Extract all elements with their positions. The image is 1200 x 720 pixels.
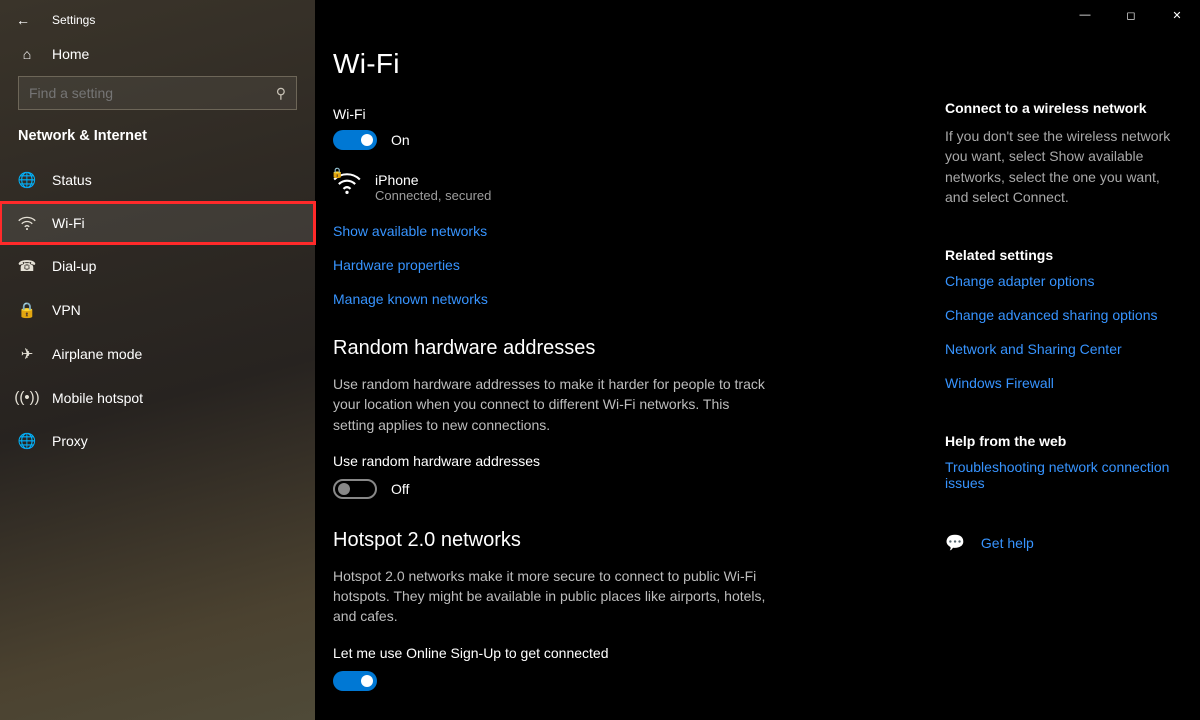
content-column: Wi-Fi Wi-Fi On 🔒 iPhone Connected, secur… xyxy=(315,0,945,720)
link-sharing-options[interactable]: Change advanced sharing options xyxy=(945,307,1178,323)
nav-label: Dial-up xyxy=(52,258,96,274)
wifi-toggle-state: On xyxy=(391,132,410,148)
main-area: ― ◻ ✕ Wi-Fi Wi-Fi On 🔒 iPhone xyxy=(315,0,1200,720)
related-links: Change adapter options Change advanced s… xyxy=(945,273,1178,391)
nav-label: Wi-Fi xyxy=(52,215,85,231)
related-heading: Related settings xyxy=(945,247,1178,263)
random-hw-toggle[interactable] xyxy=(333,479,377,499)
home-icon: ⌂ xyxy=(18,46,36,62)
link-sharing-center[interactable]: Network and Sharing Center xyxy=(945,341,1178,357)
home-nav[interactable]: ⌂ Home xyxy=(0,38,315,76)
link-manage-known[interactable]: Manage known networks xyxy=(333,291,927,307)
hotspot-desc: Hotspot 2.0 networks make it more secure… xyxy=(333,566,773,627)
nav-item-airplane[interactable]: ✈ Airplane mode xyxy=(0,332,315,376)
right-panel: Connect to a wireless network If you don… xyxy=(945,0,1200,720)
random-hw-toggle-row: Off xyxy=(333,479,927,499)
link-get-help[interactable]: Get help xyxy=(981,535,1034,551)
link-troubleshoot[interactable]: Troubleshooting network connection issue… xyxy=(945,459,1178,491)
maximize-button[interactable]: ◻ xyxy=(1108,0,1154,30)
random-hw-desc: Use random hardware addresses to make it… xyxy=(333,374,773,435)
nav-category: Network & Internet xyxy=(0,128,315,158)
minimize-button[interactable]: ― xyxy=(1062,0,1108,30)
network-status: Connected, secured xyxy=(375,188,491,203)
hotspot-toggle-label: Let me use Online Sign-Up to get connect… xyxy=(333,645,927,661)
sidebar: ← Settings ⌂ Home ⚲ Network & Internet 🌐… xyxy=(0,0,315,720)
nav-label: Mobile hotspot xyxy=(52,390,143,406)
close-button[interactable]: ✕ xyxy=(1154,0,1200,30)
search-box[interactable]: ⚲ xyxy=(18,76,297,110)
page-title: Wi-Fi xyxy=(333,0,927,106)
get-help-row[interactable]: 💬 Get help xyxy=(945,533,1178,553)
home-label: Home xyxy=(52,46,89,62)
link-adapter-options[interactable]: Change adapter options xyxy=(945,273,1178,289)
nav-item-proxy[interactable]: 🌐 Proxy xyxy=(0,419,315,463)
nav-item-wifi[interactable]: Wi-Fi xyxy=(0,202,315,244)
nav-label: VPN xyxy=(52,302,81,318)
connected-network[interactable]: 🔒 iPhone Connected, secured xyxy=(333,172,927,203)
link-hardware-properties[interactable]: Hardware properties xyxy=(333,257,927,273)
nav-item-vpn[interactable]: 🔒 VPN xyxy=(0,288,315,332)
wifi-icon xyxy=(18,216,36,230)
connect-text: If you don't see the wireless network yo… xyxy=(945,126,1178,207)
nav-list: 🌐 Status Wi-Fi ☎ Dial-up 🔒 VPN ✈ Airplan… xyxy=(0,158,315,463)
nav-item-hotspot[interactable]: ((•)) Mobile hotspot xyxy=(0,376,315,419)
hotspot-toggle[interactable] xyxy=(333,671,377,691)
window-controls: ― ◻ ✕ xyxy=(1062,0,1200,30)
nav-item-dialup[interactable]: ☎ Dial-up xyxy=(0,244,315,288)
random-hw-toggle-state: Off xyxy=(391,481,409,497)
nav-label: Airplane mode xyxy=(52,346,142,362)
titlebar-left: ← Settings xyxy=(0,0,315,38)
random-hw-toggle-label: Use random hardware addresses xyxy=(333,453,927,469)
settings-window: ← Settings ⌂ Home ⚲ Network & Internet 🌐… xyxy=(0,0,1200,720)
wifi-toggle[interactable] xyxy=(333,130,377,150)
nav-label: Status xyxy=(52,172,92,188)
hotspot-icon: ((•)) xyxy=(18,389,36,406)
dialup-icon: ☎ xyxy=(18,257,36,275)
help-heading: Help from the web xyxy=(945,433,1178,449)
link-firewall[interactable]: Windows Firewall xyxy=(945,375,1178,391)
airplane-icon: ✈ xyxy=(18,345,36,363)
hotspot-title: Hotspot 2.0 networks xyxy=(333,529,927,552)
connect-heading: Connect to a wireless network xyxy=(945,100,1178,116)
globe-icon: 🌐 xyxy=(18,171,36,189)
vpn-icon: 🔒 xyxy=(18,301,36,319)
network-name: iPhone xyxy=(375,172,491,188)
search-icon: ⚲ xyxy=(276,85,286,102)
link-show-networks[interactable]: Show available networks xyxy=(333,223,927,239)
wifi-secured-icon: 🔒 xyxy=(333,172,361,200)
help-links: Troubleshooting network connection issue… xyxy=(945,459,1178,491)
search-input[interactable] xyxy=(29,85,276,101)
app-title: Settings xyxy=(52,13,95,27)
proxy-icon: 🌐 xyxy=(18,432,36,450)
nav-item-status[interactable]: 🌐 Status xyxy=(0,158,315,202)
hotspot-toggle-row xyxy=(333,671,927,691)
wifi-label: Wi-Fi xyxy=(333,106,927,122)
chat-icon: 💬 xyxy=(945,533,965,553)
random-hw-title: Random hardware addresses xyxy=(333,337,927,360)
back-arrow-icon[interactable]: ← xyxy=(16,12,30,28)
wifi-toggle-row: On xyxy=(333,130,927,150)
nav-label: Proxy xyxy=(52,433,88,449)
